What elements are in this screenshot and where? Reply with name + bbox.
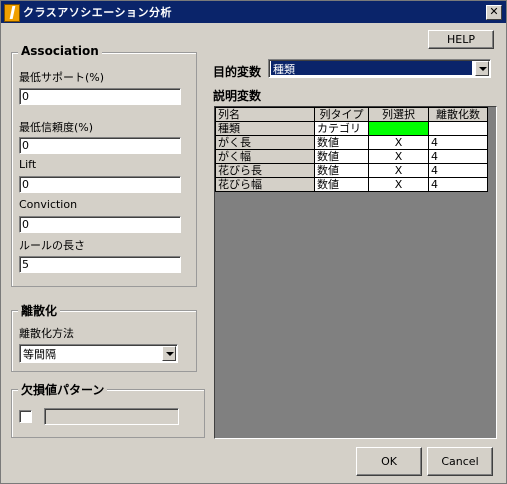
title-bar[interactable]: クラスアソシエーション分析 ✕ [1, 1, 506, 23]
row-name-cell[interactable]: 花びら長 [215, 163, 315, 178]
row-name-cell[interactable]: がく長 [215, 135, 315, 150]
target-variable-label: 目的変数 [213, 65, 262, 79]
explanatory-table: 列名 列タイプ 列選択 離散化数 種類 カテゴリ がく長 数値 X 4 がく幅 … [215, 107, 488, 192]
discretization-group: 離散化 離散化方法 等間隔 [11, 302, 197, 372]
row-select-cell[interactable] [368, 121, 429, 136]
row-name-cell[interactable]: 種類 [215, 121, 315, 136]
column-header[interactable]: 離散化数 [428, 107, 488, 122]
column-header[interactable]: 列選択 [368, 107, 429, 122]
table-row[interactable]: 種類 カテゴリ [215, 121, 488, 136]
target-variable-select[interactable]: 種類 [268, 59, 491, 78]
cancel-button[interactable]: Cancel [427, 447, 493, 476]
window-title: クラスアソシエーション分析 [23, 6, 173, 19]
row-type-cell[interactable]: 数値 [314, 163, 369, 178]
row-type-cell[interactable]: 数値 [314, 149, 369, 164]
missing-pattern-checkbox[interactable] [19, 410, 32, 423]
discretization-legend: 離散化 [18, 302, 61, 319]
table-row[interactable]: がく幅 数値 X 4 [215, 149, 488, 164]
row-bins-cell[interactable]: 4 [428, 149, 488, 164]
row-type-cell[interactable]: 数値 [314, 177, 369, 192]
rule-length-input[interactable]: 5 [19, 256, 181, 273]
lift-input[interactable]: 0 [19, 176, 181, 193]
row-type-cell[interactable]: 数値 [314, 135, 369, 150]
table-header-row: 列名 列タイプ 列選択 離散化数 [215, 107, 488, 122]
row-select-cell[interactable]: X [368, 177, 429, 192]
ok-button[interactable]: OK [356, 447, 422, 476]
dialog-window: クラスアソシエーション分析 ✕ Association 最低サポート(%) 0 … [0, 0, 507, 484]
discretization-method-select[interactable]: 等間隔 [19, 344, 178, 363]
dropdown-arrow-icon[interactable] [475, 61, 489, 76]
rule-length-label: ルールの長さ [19, 239, 85, 252]
row-bins-cell[interactable]: 4 [428, 163, 488, 178]
table-row[interactable]: 花びら長 数値 X 4 [215, 163, 488, 178]
explanatory-grid[interactable]: 列名 列タイプ 列選択 離散化数 種類 カテゴリ がく長 数値 X 4 がく幅 … [214, 106, 497, 439]
app-icon [4, 4, 20, 22]
missing-pattern-group: 欠損値パターン [11, 381, 205, 438]
row-select-cell[interactable]: X [368, 135, 429, 150]
row-name-cell[interactable]: がく幅 [215, 149, 315, 164]
target-variable-value: 種類 [271, 61, 472, 76]
discretization-method-label: 離散化方法 [19, 327, 74, 340]
row-select-cell[interactable]: X [368, 163, 429, 178]
min-support-input[interactable]: 0 [19, 88, 181, 105]
min-support-label: 最低サポート(%) [19, 71, 105, 84]
column-header[interactable]: 列タイプ [314, 107, 369, 122]
row-select-cell[interactable]: X [368, 149, 429, 164]
help-button[interactable]: HELP [428, 30, 494, 49]
min-confidence-input[interactable]: 0 [19, 137, 181, 154]
table-row[interactable]: がく長 数値 X 4 [215, 135, 488, 150]
association-legend: Association [18, 44, 102, 58]
row-type-cell[interactable]: カテゴリ [314, 121, 369, 136]
table-row[interactable]: 花びら幅 数値 X 4 [215, 177, 488, 192]
column-header[interactable]: 列名 [215, 107, 315, 122]
explanatory-variables-label: 説明変数 [213, 89, 262, 103]
missing-pattern-legend: 欠損値パターン [18, 381, 108, 398]
lift-label: Lift [19, 158, 37, 171]
dropdown-arrow-icon[interactable] [162, 346, 176, 361]
close-button[interactable]: ✕ [486, 5, 502, 20]
discretization-method-value: 等間隔 [23, 348, 56, 361]
missing-pattern-input[interactable] [44, 408, 179, 425]
association-group: Association 最低サポート(%) 0 最低信頼度(%) 0 Lift … [11, 44, 197, 287]
min-confidence-label: 最低信頼度(%) [19, 121, 94, 134]
row-bins-cell[interactable]: 4 [428, 177, 488, 192]
conviction-input[interactable]: 0 [19, 216, 181, 233]
row-bins-cell[interactable] [428, 121, 488, 136]
conviction-label: Conviction [19, 198, 78, 211]
row-name-cell[interactable]: 花びら幅 [215, 177, 315, 192]
row-bins-cell[interactable]: 4 [428, 135, 488, 150]
